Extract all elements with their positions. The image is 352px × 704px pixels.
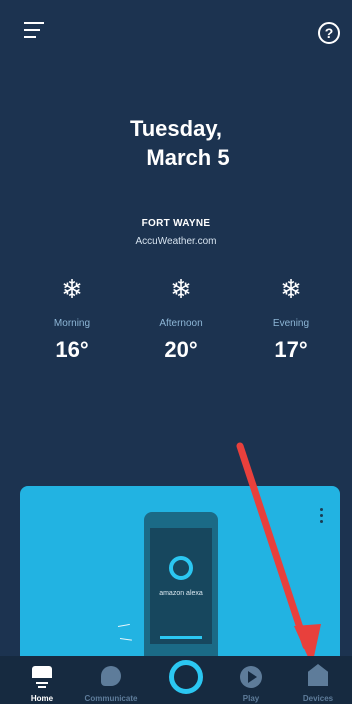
promo-card[interactable]: amazon alexa bbox=[20, 486, 340, 656]
weather-city: FORT WAYNE bbox=[141, 218, 211, 229]
chat-bubble-icon bbox=[101, 666, 121, 686]
sparkle-line bbox=[119, 638, 132, 641]
alexa-ring-icon bbox=[169, 660, 203, 694]
bottom-nav: Home Communicate Play Devices bbox=[0, 656, 352, 704]
home-icon bbox=[32, 666, 52, 688]
snowflake-icon: ❄ bbox=[280, 274, 302, 304]
snowflake-icon: ❄ bbox=[170, 274, 192, 304]
weather-forecast: ❄ Morning 16° ❄ Afternoon 20° ❄ Evening … bbox=[0, 276, 352, 366]
phone-illustration: amazon alexa bbox=[144, 512, 218, 656]
nav-label: Devices bbox=[302, 694, 334, 703]
date-day: March 5 bbox=[146, 145, 230, 170]
phone-listening-bar bbox=[160, 636, 202, 639]
more-options-icon[interactable] bbox=[320, 508, 324, 524]
device-label: amazon alexa bbox=[159, 590, 203, 597]
nav-label: Play bbox=[242, 694, 260, 703]
help-icon[interactable]: ? bbox=[318, 22, 340, 44]
forecast-morning: ❄ Morning 16° bbox=[22, 276, 122, 363]
forecast-evening: ❄ Evening 17° bbox=[241, 276, 341, 363]
devices-house-icon bbox=[308, 664, 328, 686]
nav-alexa[interactable] bbox=[150, 656, 220, 704]
alexa-logo-icon bbox=[169, 556, 193, 580]
nav-communicate[interactable]: Communicate bbox=[76, 656, 146, 704]
sparkle-line bbox=[117, 623, 130, 627]
forecast-period-label: Afternoon bbox=[159, 318, 203, 329]
forecast-temperature: 17° bbox=[274, 337, 308, 362]
alexa-app-screen: ? Tuesday, March 5 FORT WAYNE AccuWeathe… bbox=[0, 0, 352, 704]
top-bar: ? bbox=[0, 0, 352, 64]
date-weekday: Tuesday, bbox=[129, 116, 223, 141]
snowflake-icon: ❄ bbox=[61, 274, 83, 304]
forecast-temperature: 20° bbox=[164, 337, 198, 362]
play-icon bbox=[240, 666, 262, 688]
nav-label: Communicate bbox=[84, 694, 138, 703]
forecast-afternoon: ❄ Afternoon 20° bbox=[131, 276, 231, 363]
nav-label: Home bbox=[30, 694, 54, 703]
nav-devices[interactable]: Devices bbox=[283, 656, 352, 704]
weather-source-link[interactable]: AccuWeather.com bbox=[0, 236, 352, 247]
phone-screen: amazon alexa bbox=[150, 528, 212, 644]
forecast-period-label: Evening bbox=[272, 318, 310, 329]
nav-play[interactable]: Play bbox=[216, 656, 286, 704]
forecast-temperature: 16° bbox=[55, 337, 89, 362]
hamburger-menu-icon[interactable] bbox=[24, 22, 46, 42]
nav-home[interactable]: Home bbox=[7, 656, 77, 704]
forecast-period-label: Morning bbox=[53, 318, 91, 329]
